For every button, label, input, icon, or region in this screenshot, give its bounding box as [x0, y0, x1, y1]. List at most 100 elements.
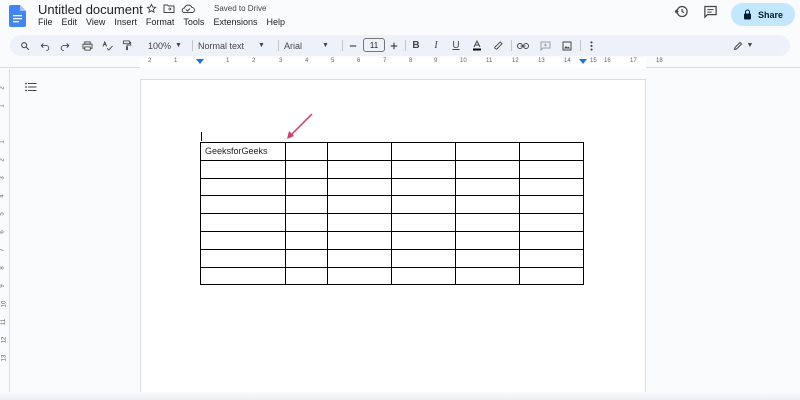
insert-link-button[interactable]: [516, 35, 530, 56]
ruler-number: 13: [538, 58, 545, 64]
table-cell[interactable]: [519, 213, 584, 232]
move-folder-icon[interactable]: [163, 3, 175, 14]
increase-font-size-button[interactable]: [388, 35, 400, 56]
star-icon[interactable]: [146, 3, 157, 14]
version-history-icon[interactable]: [674, 4, 689, 19]
insert-image-button[interactable]: [560, 35, 574, 56]
left-indent-marker[interactable]: [196, 59, 204, 64]
document-table[interactable]: GeeksforGeeks: [200, 142, 584, 286]
menu-view[interactable]: View: [86, 17, 105, 27]
table-cell[interactable]: [200, 177, 286, 197]
menu-help[interactable]: Help: [266, 17, 285, 27]
comments-icon[interactable]: [703, 4, 718, 19]
right-indent-marker[interactable]: [579, 59, 587, 64]
table-cell[interactable]: [391, 248, 456, 268]
docs-logo-icon[interactable]: [9, 5, 26, 27]
font-select[interactable]: Arial ▼: [284, 35, 342, 56]
table-cell[interactable]: [200, 195, 286, 215]
table-cell[interactable]: [285, 177, 328, 197]
ruler-number: 14: [564, 58, 571, 64]
table-cell[interactable]: [391, 230, 456, 250]
table-cell[interactable]: [519, 248, 584, 268]
chevron-down-icon: ▼: [175, 42, 182, 49]
table-cell[interactable]: [200, 266, 286, 286]
document-outline-icon[interactable]: [25, 82, 37, 92]
style-select[interactable]: Normal text ▼: [198, 35, 274, 56]
horizontal-ruler[interactable]: 2 1 1 2 3 4 5 6 7 8 9 10 11 12 13 14 15 …: [0, 58, 800, 68]
table-cell[interactable]: [200, 159, 286, 179]
table-cell[interactable]: [519, 195, 584, 215]
bold-icon[interactable]: B: [410, 35, 422, 56]
table-cell[interactable]: [285, 195, 328, 215]
highlight-button[interactable]: [491, 35, 505, 56]
table-cell[interactable]: [455, 248, 520, 268]
table-cell[interactable]: [391, 159, 456, 179]
add-comment-button[interactable]: [538, 35, 552, 56]
ruler-number: 6: [0, 230, 6, 234]
menu-extensions[interactable]: Extensions: [213, 17, 257, 27]
table-cell[interactable]: [285, 266, 328, 286]
table-cell[interactable]: [285, 230, 328, 250]
undo-button[interactable]: [38, 35, 52, 56]
menu-edit[interactable]: Edit: [62, 17, 78, 27]
table-cell[interactable]: [391, 142, 456, 161]
table-cell[interactable]: [519, 266, 584, 286]
table-cell[interactable]: [285, 159, 328, 179]
table-cell[interactable]: [327, 177, 392, 197]
table-cell[interactable]: [519, 177, 584, 197]
table-cell[interactable]: [327, 230, 392, 250]
table-cell[interactable]: [285, 213, 328, 232]
table-cell[interactable]: [391, 195, 456, 215]
table-cell[interactable]: [519, 159, 584, 179]
table-cell[interactable]: [327, 213, 392, 232]
table-cell[interactable]: [391, 177, 456, 197]
document-title[interactable]: Untitled document: [38, 2, 143, 17]
table-cell[interactable]: [200, 230, 286, 250]
table-cell[interactable]: [519, 142, 584, 161]
more-options-button[interactable]: [586, 35, 596, 56]
table-cell[interactable]: [327, 195, 392, 215]
table-cell[interactable]: [200, 213, 286, 232]
ruler-number: 1: [0, 140, 6, 144]
text-cursor: [201, 132, 202, 141]
cloud-saved-icon[interactable]: [181, 4, 195, 14]
search-button[interactable]: [18, 35, 32, 56]
table-cell[interactable]: [285, 142, 328, 161]
decrease-font-size-button[interactable]: [347, 35, 359, 56]
table-cell[interactable]: [200, 248, 286, 268]
table-cell[interactable]: [519, 230, 584, 250]
spellcheck-icon: [102, 40, 113, 51]
table-cell[interactable]: [391, 266, 456, 286]
table-cell[interactable]: [327, 159, 392, 179]
menu-format[interactable]: Format: [146, 17, 175, 27]
zoom-select[interactable]: 100% ▼: [142, 35, 188, 56]
table-cell[interactable]: [455, 266, 520, 286]
style-value: Normal text: [198, 40, 245, 51]
underline-icon[interactable]: U: [450, 35, 462, 56]
table-cell[interactable]: [327, 142, 392, 161]
table-cell[interactable]: [455, 195, 520, 215]
paint-format-button[interactable]: [120, 35, 134, 56]
spellcheck-button[interactable]: [100, 35, 114, 56]
table-cell[interactable]: GeeksforGeeks: [200, 142, 286, 161]
table-cell[interactable]: [455, 159, 520, 179]
table-cell[interactable]: [285, 248, 328, 268]
table-cell[interactable]: [327, 248, 392, 268]
table-cell[interactable]: [455, 142, 520, 161]
menu-insert[interactable]: Insert: [114, 17, 137, 27]
print-button[interactable]: [80, 35, 94, 56]
table-cell[interactable]: [455, 177, 520, 197]
table-cell[interactable]: [455, 230, 520, 250]
italic-icon[interactable]: I: [430, 35, 442, 56]
table-cell[interactable]: [455, 213, 520, 232]
menu-tools[interactable]: Tools: [183, 17, 204, 27]
table-cell[interactable]: [391, 213, 456, 232]
redo-button[interactable]: [58, 35, 72, 56]
menu-file[interactable]: File: [38, 17, 53, 27]
editing-mode-select[interactable]: ▼: [728, 35, 758, 56]
vertical-ruler[interactable]: 2 1 1 2 3 4 5 6 7 8 9 10 11 12 13: [0, 69, 10, 400]
share-button[interactable]: Share: [731, 3, 795, 26]
font-size-input[interactable]: 11: [363, 38, 385, 52]
text-color-button[interactable]: [470, 35, 484, 56]
table-cell[interactable]: [327, 266, 392, 286]
